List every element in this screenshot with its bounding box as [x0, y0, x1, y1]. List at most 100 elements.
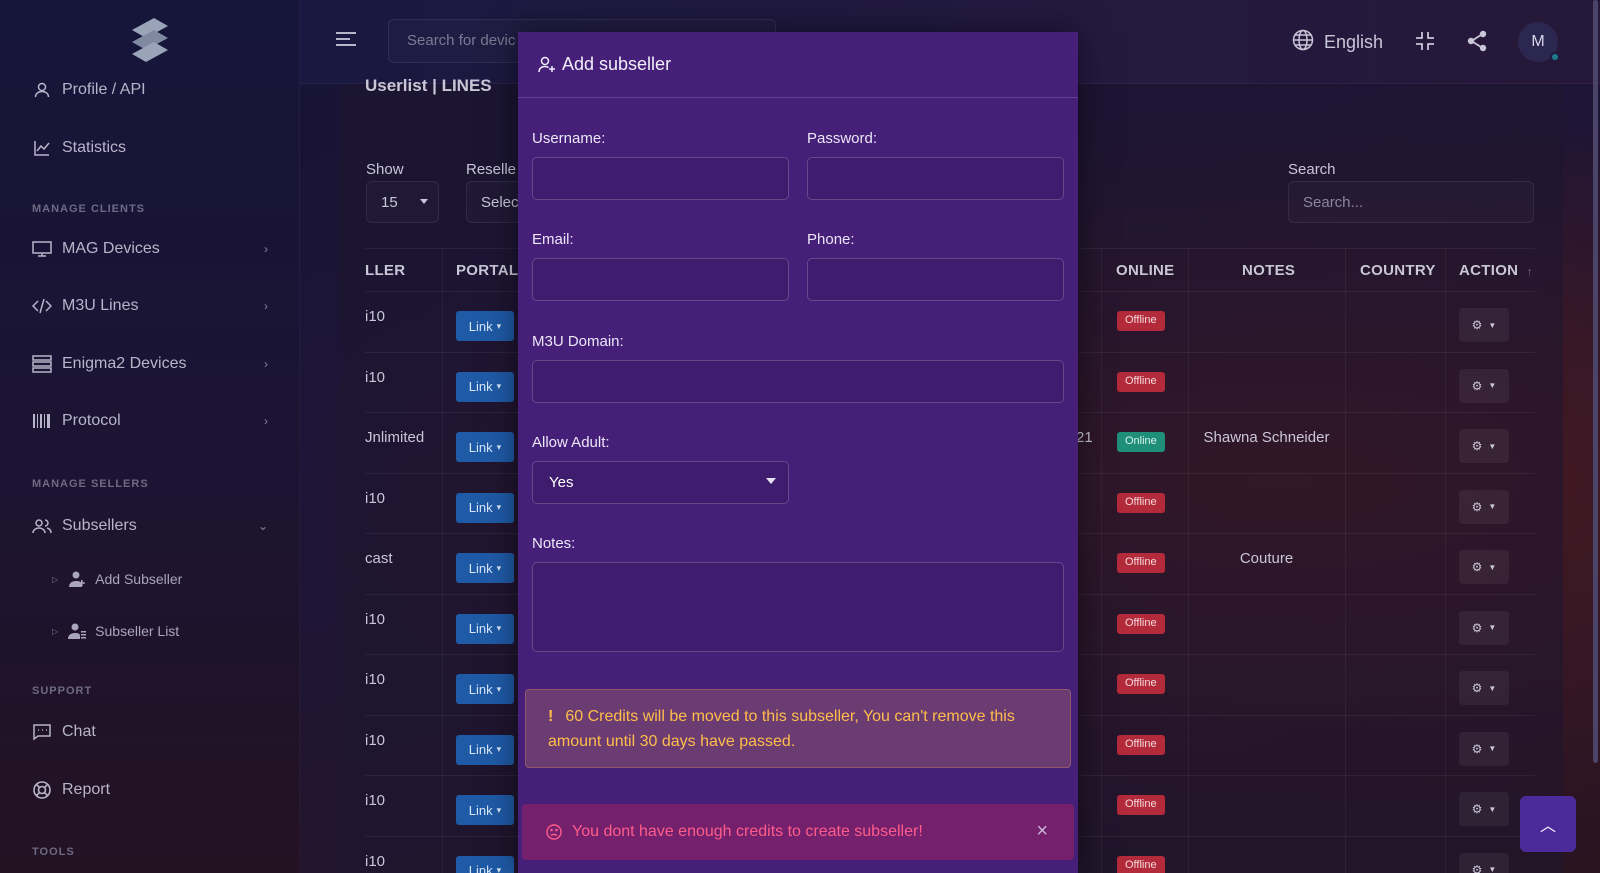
row-action-button[interactable]: ⚙ ▼	[1459, 610, 1509, 645]
portal-link-label: Link	[468, 560, 493, 576]
allow-adult-label: Allow Adult:	[532, 434, 610, 451]
sidebar-item-protocol[interactable]: Protocol ›	[32, 411, 268, 431]
sort-arrow-icon: ↑	[1526, 266, 1533, 278]
avatar-initial: M	[1531, 33, 1545, 50]
user-icon	[32, 80, 52, 100]
table-search-input[interactable]: Search...	[1288, 181, 1534, 223]
user-avatar[interactable]: M	[1518, 22, 1560, 62]
page-scrollbar[interactable]	[1593, 0, 1598, 763]
m3u-domain-input[interactable]	[532, 360, 1064, 403]
portal-link-button[interactable]: Link ▾	[456, 371, 514, 402]
status-badge: Offline	[1117, 734, 1165, 755]
caret-down-icon: ▼	[1488, 744, 1497, 753]
barcode-icon	[32, 411, 52, 431]
chevron-right-icon: ›	[264, 242, 268, 256]
close-alert-button[interactable]: ×	[1036, 820, 1048, 843]
global-search-placeholder: Search for devic	[407, 32, 516, 49]
sidebar-item-report[interactable]: Report	[32, 780, 268, 800]
reseller-value: Selec	[481, 194, 519, 211]
caret-down-icon: ▼	[1488, 562, 1497, 572]
sidebar-item-m3u-lines[interactable]: M3U Lines ›	[32, 296, 268, 316]
brand-logo-icon[interactable]	[128, 16, 172, 66]
sidebar-item-label: Report	[62, 781, 111, 798]
page-size-select[interactable]: 15	[366, 181, 439, 223]
fullscreen-exit-icon[interactable]	[1414, 30, 1436, 52]
section-manage-clients: MANAGE CLIENTS	[32, 203, 145, 215]
reseller-select[interactable]: Selec	[466, 181, 526, 223]
row-action-button[interactable]: ⚙ ▼	[1459, 368, 1509, 403]
sidebar-subitem-add-subseller[interactable]: ▷ Add Subseller	[52, 570, 182, 588]
online-status-dot	[1550, 52, 1560, 62]
column-header-country[interactable]: COUNTRY	[1360, 262, 1436, 279]
row-action-button[interactable]: ⚙ ▼	[1459, 308, 1509, 342]
email-label: Email:	[532, 231, 574, 248]
column-header-portal[interactable]: PORTAL	[456, 262, 518, 279]
table-cell-notes: Couture	[1239, 550, 1294, 567]
portal-link-button[interactable]: Link ▾	[456, 553, 514, 583]
scroll-to-top-button[interactable]: ︿	[1520, 796, 1576, 852]
table-cell-seller: i10	[365, 852, 386, 870]
sidebar-item-mag-devices[interactable]: MAG Devices ›	[32, 239, 268, 259]
table-cell-seller: i10	[365, 731, 386, 749]
column-header-action[interactable]: ACTION ↑	[1459, 262, 1533, 279]
status-badge: Offline	[1117, 553, 1165, 573]
portal-link-button[interactable]: Link ▾	[456, 613, 514, 644]
language-selector[interactable]: English	[1292, 29, 1383, 56]
sidebar: Profile / API Statistics MANAGE CLIENTS …	[0, 0, 300, 873]
exclamation-icon: !	[548, 708, 554, 725]
table-search-label: Search	[1288, 161, 1336, 178]
status-badge: Offline	[1117, 492, 1165, 513]
row-action-button[interactable]: ⚙ ▼	[1459, 489, 1509, 524]
phone-input[interactable]	[807, 258, 1064, 301]
sidebar-item-statistics[interactable]: Statistics	[32, 138, 268, 158]
caret-down-icon: ▼	[1488, 623, 1497, 632]
share-icon[interactable]	[1466, 30, 1488, 52]
portal-link-button[interactable]: Link ▾	[456, 492, 514, 523]
sidebar-item-chat[interactable]: Chat	[32, 722, 268, 742]
username-input[interactable]	[532, 157, 789, 200]
caret-down-icon: ▼	[1488, 381, 1497, 390]
portal-link-button[interactable]: Link ▾	[456, 311, 514, 341]
menu-toggle-icon[interactable]	[336, 32, 356, 48]
column-header-notes[interactable]: NOTES	[1242, 262, 1295, 279]
chevron-right-icon: ›	[264, 299, 268, 313]
portal-link-label: Link	[468, 318, 493, 334]
notes-textarea[interactable]	[532, 562, 1064, 652]
portal-link-button[interactable]: Link ▾	[456, 734, 514, 765]
sidebar-item-profile[interactable]: Profile / API	[32, 80, 268, 100]
allow-adult-value: Yes	[549, 474, 574, 491]
row-action-button[interactable]: ⚙ ▼	[1459, 671, 1509, 705]
caret-down-icon: ▼	[1488, 865, 1497, 873]
sidebar-item-label: Statistics	[62, 139, 127, 156]
user-plus-icon	[68, 570, 86, 588]
page-title: Userlist | LINES	[365, 76, 492, 95]
add-subseller-modal: Add subseller Username: Password: Email:…	[518, 32, 1078, 873]
chart-line-icon	[32, 138, 52, 158]
portal-link-button[interactable]: Link ▾	[456, 795, 514, 825]
portal-link-button[interactable]: Link ▾	[456, 674, 514, 704]
notes-label: Notes:	[532, 535, 576, 552]
table-cell-seller: cast	[365, 550, 393, 567]
table-col-divider	[1445, 248, 1446, 873]
sidebar-item-subsellers[interactable]: Subsellers ⌄	[32, 516, 268, 536]
table-cell-seller: i10	[365, 671, 386, 688]
allow-adult-select[interactable]: Yes	[532, 461, 789, 504]
row-action-button[interactable]: ⚙ ▼	[1459, 852, 1509, 873]
row-action-button[interactable]: ⚙ ▼	[1459, 792, 1509, 826]
sidebar-subitem-subseller-list[interactable]: ▷ Subseller List	[52, 622, 179, 640]
portal-link-button[interactable]: Link ▾	[456, 855, 514, 873]
column-header-seller[interactable]: LLER	[365, 262, 405, 279]
row-action-button[interactable]: ⚙ ▼	[1459, 731, 1509, 766]
password-input[interactable]	[807, 157, 1064, 200]
row-action-button[interactable]: ⚙ ▼	[1459, 550, 1509, 584]
sidebar-item-enigma2[interactable]: Enigma2 Devices ›	[32, 354, 268, 374]
column-header-online[interactable]: ONLINE	[1116, 262, 1174, 279]
portal-link-button[interactable]: Link ▾	[456, 432, 514, 462]
email-input[interactable]	[532, 258, 789, 301]
table-cell-seller: i10	[365, 792, 386, 809]
section-support: SUPPORT	[32, 685, 93, 697]
table-col-divider	[1345, 248, 1346, 873]
credits-warning-alert: ! 60 Credits will be moved to this subsel…	[525, 689, 1071, 768]
gear-icon: ⚙	[1471, 862, 1483, 873]
row-action-button[interactable]: ⚙ ▼	[1459, 429, 1509, 463]
